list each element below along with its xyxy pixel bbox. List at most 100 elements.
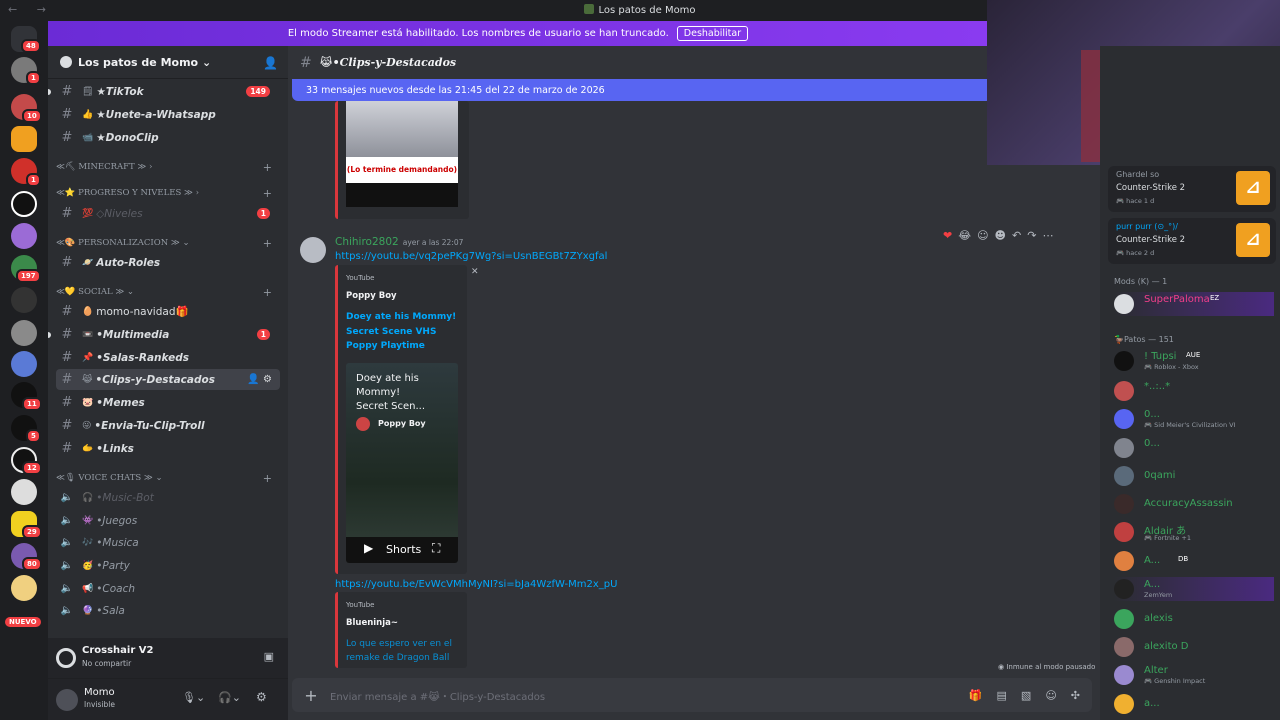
member-item[interactable]: Aldair あ 🎮 Fortnite +1 xyxy=(1114,520,1274,544)
channel-coach[interactable]: 🔈 📢 •Coach xyxy=(56,578,280,599)
member-item[interactable]: alexito D xyxy=(1114,635,1274,659)
screen-share-icon[interactable]: ▣ xyxy=(264,650,274,663)
activity-card[interactable]: Ghardel so Counter-Strike 2 🎮 hace 1 d ⊿ xyxy=(1108,166,1276,212)
apps-icon[interactable]: ✣ xyxy=(1071,689,1080,702)
message-link[interactable]: https://youtu.be/vq2pePKg7Wg?si=UsnBEGBt… xyxy=(335,251,607,262)
headphones-icon[interactable]: 🎧⌄ xyxy=(218,691,241,704)
server-icon[interactable] xyxy=(11,191,37,217)
activity-card[interactable]: purr purr (⊙_°)/ Counter-Strike 2 🎮 hace… xyxy=(1108,218,1276,264)
avatar xyxy=(1114,522,1134,542)
video-player[interactable]: Doey ate his Mommy! Secret Scen... Poppy B… xyxy=(346,363,458,563)
channel-memes[interactable]: # 🐷 •Memes xyxy=(56,392,280,413)
member-item[interactable]: SuperPaloma EZ xyxy=(1114,292,1274,316)
settings-icon[interactable]: ⚙ xyxy=(256,690,267,704)
server-icon[interactable] xyxy=(11,126,37,152)
mic-icon[interactable]: 🎙⌄ xyxy=(182,691,205,704)
message-link[interactable]: https://youtu.be/EvWcVMhMyNI?si=bJa4WzfW… xyxy=(335,579,617,590)
channel-autoroles[interactable]: # 🪐 Auto-Roles xyxy=(56,252,280,273)
channel-party[interactable]: 🔈 🥳 •Party xyxy=(56,555,280,576)
sticker-icon[interactable]: ▧ xyxy=(1021,689,1031,702)
add-channel-icon[interactable]: + xyxy=(263,237,272,250)
avatar[interactable] xyxy=(56,689,78,711)
attach-button[interactable]: + xyxy=(292,686,330,705)
embed-channel[interactable]: Poppy Boy xyxy=(346,291,397,301)
gif-icon[interactable]: ▤ xyxy=(997,689,1007,702)
member-name: AccuracyAssassin xyxy=(1144,498,1233,509)
channel-avatar xyxy=(356,417,370,431)
channel-rankeds[interactable]: # 📌 •Salas-Rankeds xyxy=(56,347,280,368)
category-progreso[interactable]: ≪⭐ PROGRESO Y NIVELES ≫ › + xyxy=(56,187,280,200)
forward-icon[interactable]: ↷ xyxy=(1027,229,1036,242)
category-minecraft[interactable]: ≪⛏ MINECRAFT ≫ › + xyxy=(56,161,280,174)
activity-title: Crosshair V2 xyxy=(82,645,154,656)
embed-channel[interactable]: Blueninja~ xyxy=(346,618,398,628)
fullscreen-icon[interactable]: ⛶ xyxy=(432,541,440,556)
channel-settings-icons[interactable]: 👤 ⚙ xyxy=(247,374,272,385)
server-icon[interactable] xyxy=(11,287,37,313)
server-icon[interactable] xyxy=(11,223,37,249)
category-personalizacion[interactable]: ≪🎨 PERSONALIZACION ≫ ⌄ + xyxy=(56,237,280,250)
unread-indicator xyxy=(48,88,51,95)
add-channel-icon[interactable]: + xyxy=(263,187,272,200)
reply-icon[interactable]: ↶ xyxy=(1012,229,1021,242)
channel-navidad[interactable]: # 🥚 momo-navidad🎁 xyxy=(56,301,280,322)
member-item[interactable]: Alter 🎮 Genshin Impact xyxy=(1114,663,1274,687)
disable-streamer-button[interactable]: Deshabilitar xyxy=(676,26,749,41)
guild-header[interactable]: Los patos de Momo ⌄ 👤 xyxy=(48,46,288,79)
add-channel-icon[interactable]: + xyxy=(263,286,272,299)
channel-musicbot[interactable]: 🔈 🎧 •Music-Bot xyxy=(56,487,280,508)
channel-sala[interactable]: 🔈 🔮 •Sala xyxy=(56,600,280,621)
member-item[interactable]: 0... xyxy=(1114,436,1274,460)
category-social[interactable]: ≪💛 SOCIAL ≫ ⌄ + xyxy=(56,286,280,299)
member-item[interactable]: alexis xyxy=(1114,607,1274,631)
channel-troll[interactable]: # 😜 •Envia-Tu-Clip-Troll xyxy=(56,415,280,436)
channel-emoji: 🥳 xyxy=(82,560,94,571)
member-item[interactable]: a... xyxy=(1114,692,1274,716)
server-icon[interactable] xyxy=(11,351,37,377)
message-input[interactable]: Enviar mensaje a #😹・Clips-y-Destacados xyxy=(330,688,545,703)
member-name: a... xyxy=(1144,698,1160,709)
member-item[interactable]: 0... 🎮 Sid Meier's Civilization VI xyxy=(1114,407,1274,431)
embed-thumbnail[interactable] xyxy=(346,101,458,157)
author-avatar[interactable] xyxy=(300,237,326,263)
server-icon[interactable] xyxy=(11,479,37,505)
add-reaction-icon[interactable]: ☻ xyxy=(995,229,1006,242)
channel-multimedia[interactable]: # 📼 •Multimedia 1 xyxy=(48,324,280,345)
channel-tiktok[interactable]: # 🗒 ★TikTok 149 xyxy=(48,81,280,102)
play-icon[interactable]: ▶ xyxy=(364,541,373,555)
channel-whatsapp[interactable]: # 👍 ★Unete-a-Whatsapp xyxy=(56,104,280,125)
add-channel-icon[interactable]: + xyxy=(263,472,272,485)
member-item[interactable]: AccuracyAssassin xyxy=(1114,492,1274,516)
embed-title[interactable]: Doey ate his Mommy! Secret Scene VHS Poppy… xyxy=(346,310,456,354)
channel-clips[interactable]: # 😹 •Clips-y-Destacados 👤 ⚙ xyxy=(56,369,280,390)
close-embed-icon[interactable]: ✕ xyxy=(471,267,479,277)
channel-juegos[interactable]: 🔈 👾 •Juegos xyxy=(56,510,280,531)
channel-niveles[interactable]: # 💯 ◇Niveles 1 xyxy=(56,203,280,224)
member-item[interactable]: A... ZemYem xyxy=(1114,577,1274,601)
member-item[interactable]: 0qami xyxy=(1114,464,1274,488)
channel-musica[interactable]: 🔈 🎶 •Musica xyxy=(56,532,280,553)
category-voice[interactable]: ≪🎙 VOICE CHATS ≫ ⌄ + xyxy=(56,472,280,485)
member-item[interactable]: *..:..* xyxy=(1114,379,1274,403)
channel-links[interactable]: # 🫱 •Links xyxy=(56,438,280,459)
add-channel-icon[interactable]: + xyxy=(263,161,272,174)
laugh-reaction-icon[interactable]: 😂 xyxy=(958,229,971,242)
invite-icon[interactable]: 👤 xyxy=(263,56,278,70)
channel-name: momo-navidad🎁 xyxy=(96,306,189,318)
react-icon[interactable]: ☺ xyxy=(977,229,988,242)
embed-title[interactable]: Lo que espero ver en el remake de Dragon … xyxy=(346,637,452,665)
channel-donoclip[interactable]: # 📹 ★DonoClip xyxy=(56,127,280,148)
server-icon[interactable] xyxy=(11,320,37,346)
new-messages-bar[interactable]: 33 mensajes nuevos desde las 21:45 del 2… xyxy=(292,79,992,101)
message-author[interactable]: Chihiro2802 ayer a las 22:07 xyxy=(335,236,463,248)
emoji-icon[interactable]: ☺ xyxy=(1045,689,1056,702)
embed-previous: (Lo termine demandando) xyxy=(335,101,469,219)
message-timestamp: ayer a las 22:07 xyxy=(402,238,464,247)
server-icon[interactable] xyxy=(11,575,37,601)
heart-reaction-icon[interactable]: ❤ xyxy=(943,229,952,242)
channel-header: # 😹 •Clips-y-Destacados xyxy=(288,46,1100,79)
more-icon[interactable]: ⋯ xyxy=(1042,229,1053,242)
member-item[interactable]: ! Tupsi AUE 🎮 Roblox - Xbox xyxy=(1114,349,1274,373)
member-item[interactable]: A... DB xyxy=(1114,549,1274,573)
gift-icon[interactable]: 🎁 xyxy=(969,689,983,702)
